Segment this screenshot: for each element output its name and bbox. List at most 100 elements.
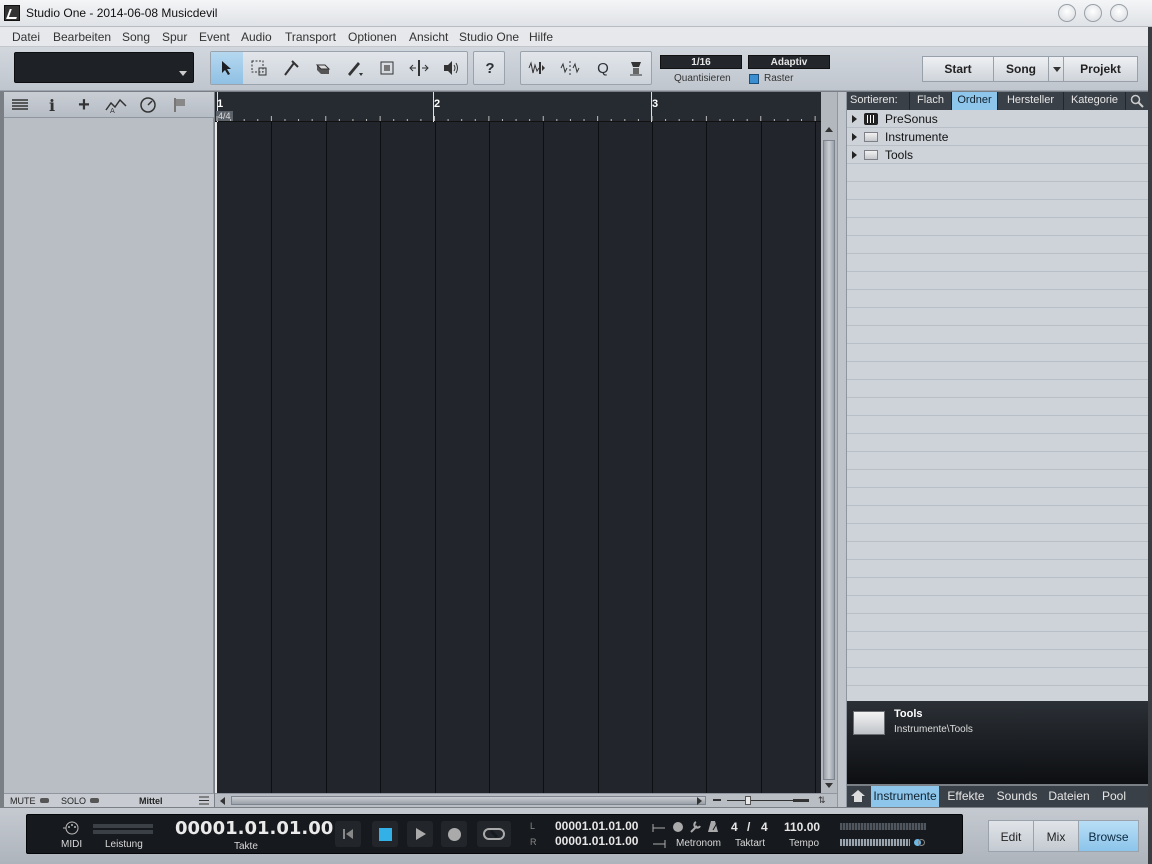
precount-icon[interactable] [652, 822, 666, 836]
menu-datei[interactable]: Datei [12, 30, 40, 44]
strip-silence-icon[interactable] [554, 52, 586, 84]
position-display[interactable]: 00001.01.01.00 [175, 818, 333, 839]
marker-flag-icon[interactable] [169, 95, 191, 115]
expand-arrow-icon[interactable] [852, 151, 857, 159]
search-icon[interactable] [1125, 92, 1148, 110]
track-list-menu-icon[interactable] [199, 796, 209, 807]
project-button[interactable]: Projekt [1063, 56, 1138, 82]
quantize-icon[interactable]: Q [587, 52, 619, 84]
time-signature-denominator[interactable]: 4 [761, 820, 768, 834]
track-list-icon[interactable] [9, 95, 31, 115]
detect-transients-icon[interactable] [620, 52, 652, 84]
start-button[interactable]: Start [922, 56, 994, 82]
zoom-out-icon[interactable] [713, 799, 721, 801]
sort-tab-kategorie[interactable]: Kategorie [1063, 92, 1125, 110]
timeline-ruler[interactable]: 1 2 3 4/4 [215, 92, 821, 122]
add-track-icon[interactable]: + [73, 94, 95, 116]
automation-icon[interactable]: A [105, 95, 127, 115]
song-button[interactable]: Song [993, 56, 1049, 82]
raster-checkbox[interactable] [749, 74, 759, 84]
horizontal-scroll-thumb[interactable] [231, 796, 706, 805]
zoom-fit-icon[interactable]: ⇅ [818, 795, 826, 806]
mix-mode-button[interactable]: Mix [1033, 820, 1079, 852]
sort-tab-ordner[interactable]: Ordner [951, 92, 997, 110]
menu-bearbeiten[interactable]: Bearbeiten [53, 30, 111, 44]
arrange-view[interactable] [215, 122, 821, 793]
tab-effekte[interactable]: Effekte [941, 786, 991, 807]
horizontal-scrollbar[interactable]: ⇅ [215, 793, 837, 807]
help-button[interactable]: ? [474, 52, 506, 84]
maximize-button[interactable] [1084, 4, 1102, 22]
song-dropdown-button[interactable] [1048, 56, 1064, 82]
eraser-tool-icon[interactable] [307, 52, 339, 84]
menu-event[interactable]: Event [199, 30, 230, 44]
scroll-up-icon[interactable] [825, 127, 833, 132]
time-signature-numerator[interactable]: 4 [731, 820, 738, 834]
arrow-tool-icon[interactable] [211, 52, 243, 84]
tab-pool[interactable]: Pool [1096, 786, 1132, 807]
loop-button[interactable] [477, 821, 511, 847]
tree-item-presonus[interactable]: PreSonus [847, 110, 1148, 128]
menu-optionen[interactable]: Optionen [348, 30, 397, 44]
menu-song[interactable]: Song [122, 30, 150, 44]
tree-item-tools[interactable]: Tools [847, 146, 1148, 164]
range-tool-icon[interactable] [243, 52, 275, 84]
metronome-toggle-icon[interactable] [673, 822, 683, 832]
tempo-track-icon[interactable] [137, 95, 159, 115]
menu-ansicht[interactable]: Ansicht [409, 30, 448, 44]
mute-all-label[interactable]: MUTE [10, 796, 36, 806]
scroll-down-icon[interactable] [825, 783, 833, 788]
metronome-icon[interactable] [707, 820, 719, 836]
vertical-scroll-thumb[interactable] [823, 140, 835, 780]
menu-studio-one[interactable]: Studio One [459, 30, 519, 44]
vertical-scrollbar[interactable] [821, 122, 837, 793]
expand-arrow-icon[interactable] [852, 115, 857, 123]
play-button[interactable] [407, 821, 433, 847]
loop-end-display[interactable]: 00001.01.01.00 [555, 834, 638, 848]
bend-tool-icon[interactable] [403, 52, 435, 84]
tree-item-instrumente[interactable]: Instrumente [847, 128, 1148, 146]
menu-audio[interactable]: Audio [241, 30, 272, 44]
midi-port-icon[interactable] [63, 821, 81, 838]
tempo-display[interactable]: 110.00 [784, 820, 820, 834]
solo-all-led[interactable] [90, 798, 99, 803]
stop-button[interactable] [372, 821, 398, 847]
expand-arrow-icon[interactable] [852, 133, 857, 141]
home-icon[interactable] [851, 790, 865, 803]
zoom-in-icon[interactable] [793, 799, 809, 802]
snap-mode-value[interactable]: Adaptiv [748, 55, 830, 69]
solo-all-label[interactable]: SOLO [61, 796, 86, 806]
return-to-zero-icon[interactable] [335, 821, 361, 847]
scroll-right-icon[interactable] [697, 797, 702, 805]
loop-start-display[interactable]: 00001.01.01.00 [555, 819, 638, 833]
record-button[interactable] [441, 821, 467, 847]
metronome-settings-icon[interactable] [688, 820, 702, 837]
mute-tool-icon[interactable] [371, 52, 403, 84]
zoom-slider-knob[interactable] [745, 796, 751, 805]
track-preset-dropdown[interactable] [14, 52, 194, 83]
split-tool-icon[interactable] [275, 52, 307, 84]
sort-tab-flach[interactable]: Flach [909, 92, 951, 110]
minimize-button[interactable] [1058, 4, 1076, 22]
tab-dateien[interactable]: Dateien [1044, 786, 1094, 807]
listen-tool-icon[interactable] [435, 52, 467, 84]
menu-hilfe[interactable]: Hilfe [529, 30, 553, 44]
close-button[interactable] [1110, 4, 1128, 22]
tab-instrumente[interactable]: Instrumente [871, 786, 939, 807]
bend-marker-icon[interactable] [521, 52, 553, 84]
browse-mode-button[interactable]: Browse [1078, 820, 1139, 852]
paint-tool-icon[interactable] [339, 52, 371, 84]
edit-mode-button[interactable]: Edit [988, 820, 1034, 852]
sort-tab-hersteller[interactable]: Hersteller [997, 92, 1063, 110]
browser-splitter[interactable] [837, 92, 847, 807]
scroll-left-icon[interactable] [220, 797, 225, 805]
postcount-icon[interactable] [652, 838, 666, 852]
menu-spur[interactable]: Spur [162, 30, 187, 44]
quantize-value[interactable]: 1/16 [660, 55, 742, 69]
mute-all-led[interactable] [40, 798, 49, 803]
zoom-slider-track[interactable] [727, 800, 797, 801]
inspector-icon[interactable]: i [41, 95, 63, 115]
track-list[interactable] [4, 118, 214, 793]
volume-knob-ring-icon[interactable] [918, 839, 925, 846]
menu-transport[interactable]: Transport [285, 30, 336, 44]
